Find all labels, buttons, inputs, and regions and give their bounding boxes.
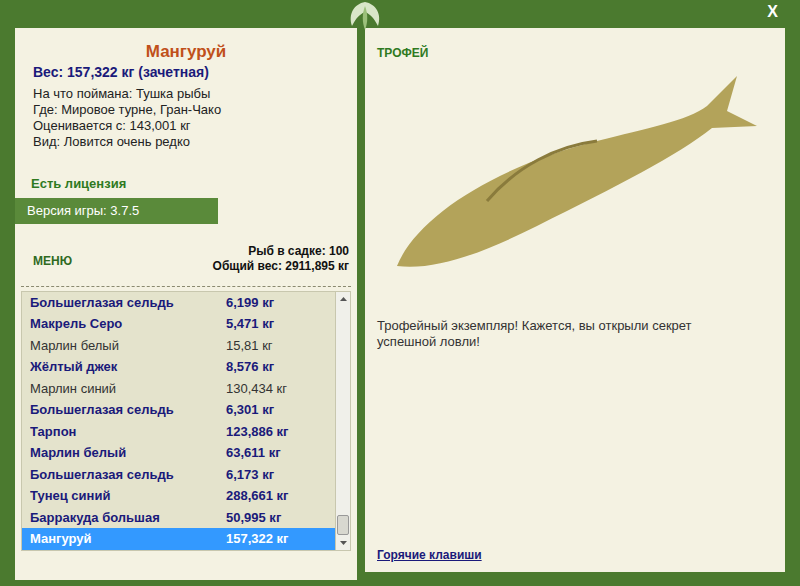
catch-rows: Большеглазая сельдь6,199 кгМакрель Серо5… — [22, 292, 335, 550]
catch-name: Мангуруй — [30, 529, 226, 549]
catch-list: Большеглазая сельдь6,199 кгМакрель Серо5… — [21, 291, 351, 551]
catch-row[interactable]: Марлин синий130,434 кг — [22, 378, 335, 400]
catch-weight: 157,322 кг — [226, 529, 289, 549]
catch-row[interactable]: Марлин белый15,81 кг — [22, 335, 335, 357]
scrollbar[interactable] — [335, 292, 350, 550]
catch-name: Марлин синий — [30, 379, 226, 399]
fish-details: На что поймана: Тушка рыбыГде: Мировое т… — [15, 82, 357, 150]
keepnet-total: Общий вес: 2911,895 кг — [213, 259, 349, 274]
scroll-up-icon[interactable] — [336, 292, 351, 307]
catch-weight: 6,173 кг — [226, 465, 274, 485]
catch-name: Большеглазая сельдь — [30, 465, 226, 485]
catch-weight: 15,81 кг — [226, 336, 273, 356]
catch-row[interactable]: Большеглазая сельдь6,301 кг — [22, 399, 335, 421]
catch-weight: 288,661 кг — [226, 486, 289, 506]
scroll-thumb[interactable] — [337, 515, 349, 535]
catch-weight: 123,886 кг — [226, 422, 289, 442]
catch-row[interactable]: Жёлтый джек8,576 кг — [22, 356, 335, 378]
catch-row[interactable]: Мангуруй157,322 кг — [22, 528, 335, 550]
fish-header: МангуруйВес: 157,322 кг (зачетная)На что… — [15, 28, 357, 150]
catch-name: Макрель Серо — [30, 314, 226, 334]
hotkeys-link[interactable]: Горячие клавиши — [377, 546, 773, 564]
catch-name: Барракуда большая — [30, 508, 226, 528]
keepnet-count: Рыб в садке: 100 — [248, 244, 349, 259]
catch-weight: 63,611 кг — [226, 443, 281, 463]
divider — [21, 286, 351, 287]
catch-name: Марлин белый — [30, 336, 226, 356]
catch-row[interactable]: Тунец синий288,661 кг — [22, 485, 335, 507]
catch-name: Большеглазая сельдь — [30, 400, 226, 420]
catch-row[interactable]: Марлин белый63,611 кг — [22, 442, 335, 464]
trophy-window: XМангуруйВес: 157,322 кг (зачетная)На чт… — [0, 0, 800, 586]
catch-weight: 6,199 кг — [226, 293, 274, 313]
catch-weight: 8,576 кг — [226, 357, 274, 377]
catch-row[interactable]: Большеглазая сельдь6,199 кг — [22, 292, 335, 314]
fish-name: Мангуруй — [15, 42, 357, 62]
fish-weight: Вес: 157,322 кг (зачетная) — [15, 62, 357, 82]
catch-weight: 5,471 кг — [226, 314, 274, 334]
trophy-label: ТРОФЕЙ — [377, 44, 773, 62]
fish-picture — [377, 66, 767, 296]
content: МангуруйВес: 157,322 кг (зачетная)На что… — [0, 28, 800, 586]
leaf-logo-icon — [340, 0, 390, 34]
keepnet-info: Рыб в садке: 100Общий вес: 2911,895 кг — [213, 244, 349, 274]
menu-button[interactable]: МЕНЮ — [33, 252, 72, 270]
catch-weight: 6,301 кг — [226, 400, 274, 420]
trophy-panel: ТРОФЕЙ Трофейный экземпляр! Кажется, вы о… — [365, 28, 785, 572]
catch-weight: 50,995 кг — [226, 508, 281, 528]
catch-name: Марлин белый — [30, 443, 226, 463]
detail-line: Оценивается с: 143,001 кг — [33, 118, 357, 134]
catch-name: Жёлтый джек — [30, 357, 226, 377]
catch-name: Тунец синий — [30, 486, 226, 506]
catch-row[interactable]: Барракуда большая50,995 кг — [22, 507, 335, 529]
catch-name: Тарпон — [30, 422, 226, 442]
catch-weight: 130,434 кг — [226, 379, 287, 399]
catch-row[interactable]: Макрель Серо5,471 кг — [22, 313, 335, 335]
detail-line: Где: Мировое турне, Гран-Чако — [33, 102, 357, 118]
trophy-message: Трофейный экземпляр! Кажется, вы открыли… — [377, 318, 737, 350]
info-panel: МангуруйВес: 157,322 кг (зачетная)На что… — [15, 28, 357, 580]
catch-row[interactable]: Тарпон123,886 кг — [22, 421, 335, 443]
license: Есть лицензия — [15, 150, 357, 192]
catch-row[interactable]: Большеглазая сельдь6,173 кг — [22, 464, 335, 486]
menu-row: МЕНЮ Рыб в садке: 100Общий вес: 2911,895 … — [15, 224, 357, 286]
title-bar: X — [0, 0, 800, 28]
version-bar: Версия игры: 3.7.5 — [15, 198, 218, 224]
detail-line: На что поймана: Тушка рыбы — [33, 86, 357, 102]
scroll-down-icon[interactable] — [336, 535, 351, 550]
catch-name: Большеглазая сельдь — [30, 293, 226, 313]
detail-line: Вид: Ловится очень редко — [33, 134, 357, 150]
close-button[interactable]: X — [767, 4, 778, 20]
